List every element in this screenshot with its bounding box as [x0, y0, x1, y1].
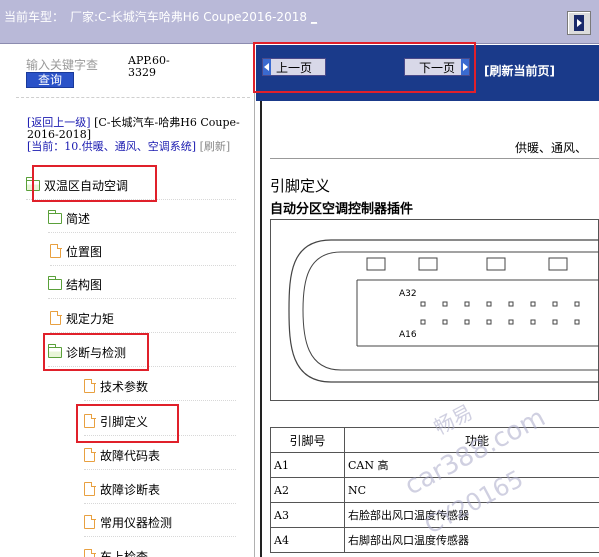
pin-socket	[508, 301, 514, 307]
play-icon	[574, 15, 584, 31]
page-subtitle: 自动分区空调控制器插件	[270, 202, 414, 217]
connector-diagram: A32 A16	[270, 219, 599, 401]
vehicle-link-marker[interactable]: _	[311, 10, 317, 24]
breadcrumb-current[interactable]: [当前：10.供暖、通风、空调系统]	[27, 140, 196, 153]
tree-item-label: 规定力矩	[66, 311, 115, 326]
pin-socket	[552, 301, 558, 307]
toggle-panel-button[interactable]	[567, 11, 591, 35]
pin-cell: A3	[270, 502, 345, 528]
search-button[interactable]: 查询	[26, 72, 74, 88]
tree-item-label: 位置图	[66, 244, 103, 259]
refresh-page-link[interactable]: [刷新当前页]	[484, 62, 555, 79]
pin-label-top: A32	[399, 289, 417, 299]
header-rule	[270, 158, 599, 159]
tree-item-label: 简述	[66, 211, 91, 226]
pin-cell: A2	[270, 477, 345, 503]
vehicle-prefix: 当前车型：	[4, 10, 65, 24]
pin-cell: A1	[270, 452, 345, 478]
document-icon	[84, 378, 96, 393]
sidebar: 查询 APP.60-3329 [返回上一级] [C-长城汽车-哈弗H6 Coup…	[0, 45, 255, 557]
connector-drawing: A32 A16	[288, 239, 599, 383]
pin-socket	[464, 319, 470, 325]
pin-socket	[508, 319, 514, 325]
tree-item-tech-params[interactable]: 技术参数	[84, 371, 236, 401]
folder-icon	[48, 209, 62, 224]
tree-item-label: 技术参数	[100, 379, 149, 394]
pin-socket	[574, 301, 580, 307]
highlight-box	[76, 404, 179, 443]
function-cell: 右脚部出风口温度传感器	[344, 527, 599, 553]
document-icon	[84, 514, 96, 529]
tree-item-overview[interactable]: 简述	[48, 203, 236, 233]
page-edge	[260, 101, 262, 557]
tree-item-location[interactable]: 位置图	[50, 236, 236, 266]
top-bar: 当前车型： 厂家:C-长城汽车哈弗H6 Coupe2016-2018 _	[0, 0, 599, 44]
highlight-box	[43, 333, 149, 371]
pin-socket	[486, 319, 492, 325]
pin-label-bottom: A16	[399, 330, 417, 340]
tree-item-label: 故障代码表	[100, 448, 161, 463]
document-icon	[84, 548, 96, 557]
tree-item-instrument-test[interactable]: 常用仪器检测	[84, 507, 236, 537]
pin-socket	[464, 301, 470, 307]
pin-row-bottom	[420, 319, 580, 325]
document-icon	[84, 481, 96, 496]
pin-socket	[530, 319, 536, 325]
search-input[interactable]	[26, 57, 102, 73]
highlight-box	[253, 42, 476, 93]
tree-item-label: 常用仪器检测	[100, 515, 173, 530]
pin-socket	[530, 301, 536, 307]
app-code: APP.60-3329	[128, 54, 170, 79]
pin-socket	[574, 319, 580, 325]
highlight-box	[32, 165, 157, 202]
pin-cell: A4	[270, 527, 345, 553]
tree-item-vehicle-check[interactable]: 车上检查	[84, 541, 236, 557]
pin-socket	[420, 301, 426, 307]
document-header: 供暖、通风、	[515, 141, 588, 155]
pin-socket	[420, 319, 426, 325]
tree-item-fault-codes[interactable]: 故障代码表	[84, 440, 236, 470]
tree-item-torque[interactable]: 规定力矩	[50, 303, 236, 333]
tree-item-label: 故障诊断表	[100, 482, 161, 497]
current-vehicle: 当前车型： 厂家:C-长城汽车哈弗H6 Coupe2016-2018 _	[4, 8, 317, 25]
refresh-link[interactable]: [刷新]	[200, 140, 231, 153]
vehicle-name-link[interactable]: 厂家:C-长城汽车哈弗H6 Coupe2016-2018	[70, 10, 307, 24]
pin-socket	[486, 301, 492, 307]
folder-icon	[48, 275, 62, 290]
tree-item-fault-diagnosis[interactable]: 故障诊断表	[84, 474, 236, 504]
divider	[16, 97, 250, 98]
tree-item-label: 结构图	[66, 277, 103, 292]
tree-item-structure[interactable]: 结构图	[48, 269, 236, 299]
column-header-pin: 引脚号	[270, 427, 345, 453]
pin-row-top	[420, 301, 580, 307]
page-title: 引脚定义	[270, 177, 331, 195]
document-icon	[84, 447, 96, 462]
tree-item-label: 车上检查	[100, 549, 149, 557]
breadcrumb: [返回上一级] [C-长城汽车-哈弗H6 Coupe-2016-2018] [当…	[27, 117, 249, 153]
pin-socket	[552, 319, 558, 325]
pin-socket	[442, 319, 448, 325]
pin-socket	[442, 301, 448, 307]
document-icon	[50, 310, 62, 325]
table-header-row: 引脚号 功能	[270, 427, 599, 453]
document-icon	[50, 243, 62, 258]
